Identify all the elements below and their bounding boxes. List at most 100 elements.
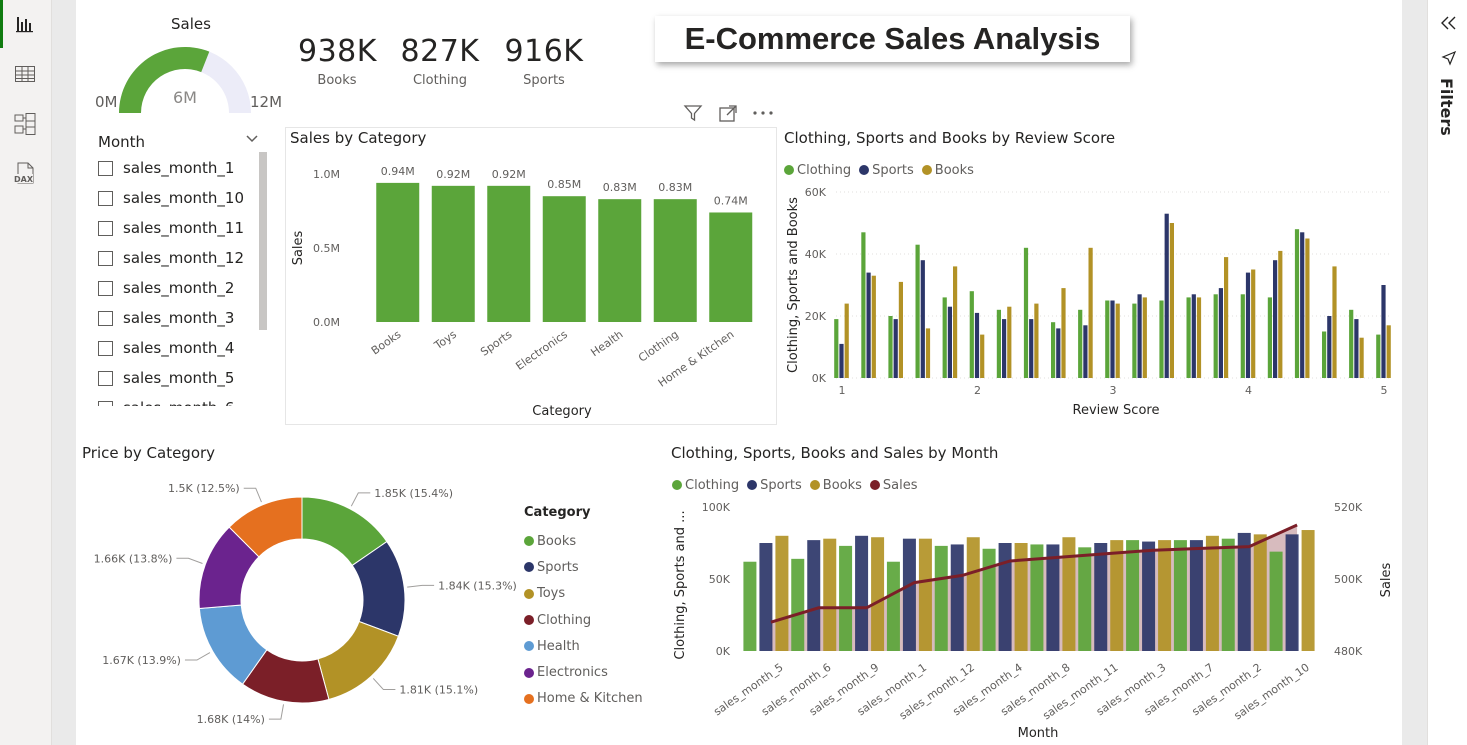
bar bbox=[996, 309, 1001, 378]
x-axis-label: Review Score bbox=[1073, 403, 1160, 418]
legend-item[interactable]: Toys bbox=[524, 581, 643, 607]
card-value: 916K bbox=[504, 34, 584, 69]
bar bbox=[1269, 551, 1283, 651]
checkbox[interactable] bbox=[98, 220, 113, 236]
slicer-item[interactable]: sales_month_6 bbox=[98, 399, 234, 406]
chevron-down-icon[interactable] bbox=[245, 130, 259, 149]
bar bbox=[871, 275, 876, 378]
bar bbox=[925, 328, 931, 378]
y-tick-label: 20K bbox=[805, 310, 827, 323]
slicer-list: sales_month_1 sales_month_10 sales_month_1… bbox=[90, 156, 255, 406]
checkbox[interactable] bbox=[98, 370, 113, 386]
legend-item[interactable]: Health bbox=[524, 633, 643, 659]
bar bbox=[915, 244, 920, 378]
bar bbox=[1386, 325, 1391, 378]
legend-item-clothing[interactable]: Clothing bbox=[784, 163, 851, 178]
checkbox[interactable] bbox=[98, 280, 113, 296]
card-sports[interactable]: 916K Sports bbox=[504, 34, 584, 88]
legend-item-clothing[interactable]: Clothing bbox=[672, 478, 739, 493]
report-view-icon[interactable] bbox=[11, 10, 39, 38]
bar bbox=[1253, 534, 1267, 651]
filters-pane: Filters bbox=[1427, 0, 1467, 745]
legend-item-sales[interactable]: Sales bbox=[869, 478, 918, 493]
legend-item[interactable]: Sports bbox=[524, 554, 643, 580]
legend-label: Books bbox=[537, 533, 577, 549]
bar bbox=[1305, 238, 1310, 378]
legend-item[interactable]: Books bbox=[524, 528, 643, 554]
bar bbox=[942, 297, 947, 378]
legend-dot bbox=[524, 562, 534, 573]
bar bbox=[861, 232, 866, 378]
checkbox[interactable] bbox=[98, 340, 113, 356]
combo-chart-title: Clothing, Sports, Books and Sales by Mon… bbox=[671, 444, 999, 462]
checkbox[interactable] bbox=[98, 250, 113, 266]
slicer-item[interactable]: sales_month_12 bbox=[98, 249, 244, 267]
legend-item[interactable]: Electronics bbox=[524, 659, 643, 685]
slicer-item[interactable]: sales_month_10 bbox=[98, 189, 244, 207]
donut-chart-title: Price by Category bbox=[82, 444, 216, 462]
filters-label[interactable]: Filters bbox=[1437, 78, 1456, 136]
legend-item-books[interactable]: Books bbox=[921, 163, 974, 178]
slicer-scrollbar[interactable] bbox=[259, 152, 267, 330]
slicer-item[interactable]: sales_month_3 bbox=[98, 309, 234, 327]
bar bbox=[823, 538, 837, 651]
legend-label: Clothing bbox=[537, 612, 592, 628]
collapse-pane-icon[interactable] bbox=[1440, 14, 1458, 36]
legend-item[interactable]: Home & Kitchen bbox=[524, 686, 643, 712]
card-label: Sports bbox=[523, 73, 565, 88]
bar bbox=[1221, 538, 1235, 651]
dax-label: DAX bbox=[14, 175, 34, 184]
legend-item-books[interactable]: Books bbox=[809, 478, 862, 493]
checkbox[interactable] bbox=[98, 160, 113, 176]
legend-item[interactable]: Clothing bbox=[524, 607, 643, 633]
checkbox[interactable] bbox=[98, 310, 113, 326]
bar bbox=[855, 535, 869, 651]
legend-dot bbox=[524, 615, 534, 626]
y-tick-label: 100K bbox=[702, 501, 731, 514]
bar bbox=[807, 540, 821, 651]
checkbox[interactable] bbox=[98, 190, 113, 206]
x-tick-label: Sports bbox=[478, 328, 515, 359]
slicer-item[interactable]: sales_month_4 bbox=[98, 339, 234, 357]
dax-query-icon[interactable]: DAX bbox=[11, 160, 39, 188]
focus-mode-icon[interactable] bbox=[718, 104, 738, 128]
bar bbox=[888, 316, 893, 378]
x-axis-label: Category bbox=[532, 404, 592, 419]
bar bbox=[1078, 547, 1092, 651]
bar bbox=[1110, 540, 1124, 651]
bar bbox=[1051, 322, 1056, 378]
y-tick-label: 60K bbox=[805, 186, 827, 199]
bar bbox=[974, 312, 980, 378]
legend-label: Electronics bbox=[537, 665, 608, 681]
y-axis-label: Clothing, Sports and Books bbox=[786, 197, 801, 373]
bar bbox=[1173, 540, 1187, 651]
report-title-box: E-Commerce Sales Analysis bbox=[655, 16, 1130, 62]
bar bbox=[1056, 328, 1061, 378]
bar bbox=[902, 538, 916, 651]
filter-icon[interactable] bbox=[683, 103, 703, 127]
table-view-icon[interactable] bbox=[11, 60, 39, 88]
bar bbox=[980, 334, 985, 378]
bar bbox=[1158, 540, 1172, 651]
bar bbox=[1245, 272, 1251, 378]
slicer-item[interactable]: sales_month_1 bbox=[98, 159, 234, 177]
card-books[interactable]: 938K Books bbox=[298, 34, 376, 88]
card-clothing[interactable]: 827K Clothing bbox=[400, 34, 480, 88]
bar bbox=[1381, 285, 1386, 378]
bar bbox=[947, 306, 952, 378]
combo-chart: 0K50K100K480K500K520Ksales_month_5sales_… bbox=[673, 501, 1394, 741]
slicer-item[interactable]: sales_month_2 bbox=[98, 279, 234, 297]
legend-item-sports[interactable]: Sports bbox=[859, 163, 914, 178]
model-view-icon[interactable] bbox=[11, 110, 39, 138]
more-options-icon[interactable] bbox=[752, 104, 774, 128]
legend-item-sports[interactable]: Sports bbox=[747, 478, 802, 493]
slicer-item[interactable]: sales_month_5 bbox=[98, 369, 234, 387]
bar bbox=[1327, 316, 1332, 378]
slicer-title: Month bbox=[98, 133, 146, 151]
data-label: 0.83M bbox=[658, 181, 692, 194]
bar bbox=[1189, 540, 1203, 651]
slicer-item[interactable]: sales_month_11 bbox=[98, 219, 244, 237]
data-label: 0.92M bbox=[492, 168, 526, 181]
checkbox[interactable] bbox=[98, 400, 113, 406]
bar bbox=[598, 199, 642, 322]
